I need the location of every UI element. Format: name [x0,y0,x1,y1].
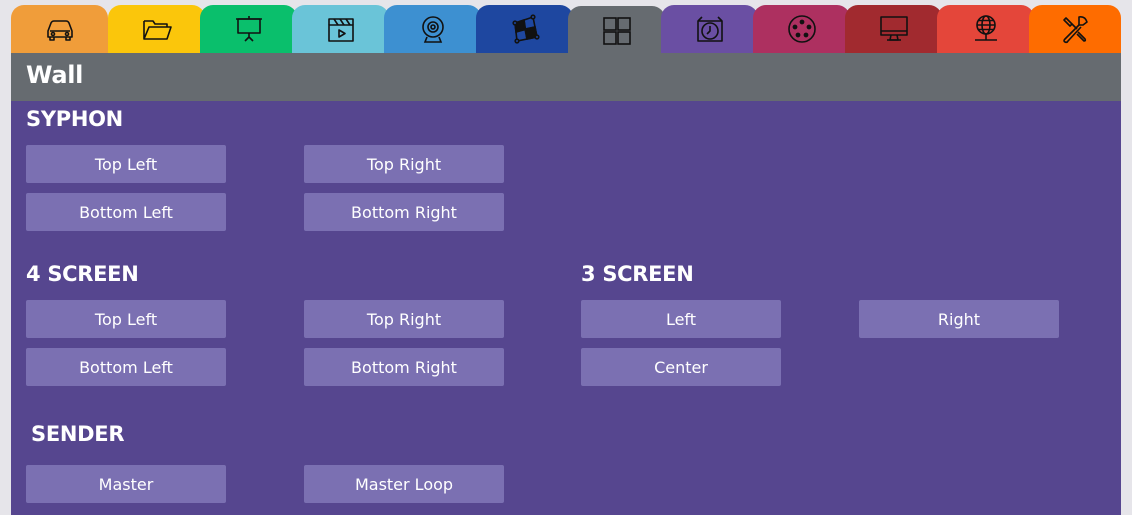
syphon-top-right-button[interactable]: Top Right [304,145,504,183]
three-screen-left-button[interactable]: Left [581,300,781,338]
app: Wall SYPHON Top Left Top Right Bottom Le… [0,0,1132,515]
clapperboard-icon [325,13,357,45]
tab-dmx[interactable] [753,5,850,53]
tab-timer[interactable] [661,5,758,53]
sender-master-loop-button[interactable]: Master Loop [304,465,504,503]
tab-webcam[interactable] [384,5,481,53]
tab-display[interactable] [845,5,942,53]
section-title-syphon: SYPHON [26,107,123,131]
tab-settings[interactable] [1029,5,1121,53]
sender-master-button[interactable]: Master [26,465,226,503]
four-screen-top-right-button[interactable]: Top Right [304,300,504,338]
section-title-4-screen: 4 SCREEN [26,262,139,286]
four-screen-top-left-button[interactable]: Top Left [26,300,226,338]
tab-wall[interactable] [568,6,665,56]
syphon-bottom-right-button[interactable]: Bottom Right [304,193,504,231]
tab-car[interactable] [11,5,108,53]
section-title-3-screen: 3 SCREEN [581,262,694,286]
three-screen-right-button[interactable]: Right [859,300,1059,338]
webcam-icon [417,13,449,45]
tab-bar [11,5,1121,56]
timer-icon [694,13,726,45]
car-icon [44,13,76,45]
tools-icon [1059,13,1091,45]
page-header: Wall [11,53,1121,101]
grid-four-icon [601,15,633,47]
dmx-connector-icon [786,13,818,45]
monitor-icon [878,13,910,45]
content-panel: SYPHON Top Left Top Right Bottom Left Bo… [11,101,1121,515]
tab-media[interactable] [292,5,389,53]
warp-grid-icon [509,13,541,45]
tab-warp[interactable] [476,5,573,53]
four-screen-bottom-left-button[interactable]: Bottom Left [26,348,226,386]
folder-icon [141,13,173,45]
tab-network[interactable] [937,5,1034,53]
page-title: Wall [26,61,84,89]
projector-screen-icon [233,13,265,45]
network-globe-icon [970,13,1002,45]
syphon-bottom-left-button[interactable]: Bottom Left [26,193,226,231]
tab-projector[interactable] [200,5,297,53]
four-screen-bottom-right-button[interactable]: Bottom Right [304,348,504,386]
tab-folder[interactable] [108,5,205,53]
three-screen-center-button[interactable]: Center [581,348,781,386]
section-title-sender: SENDER [31,422,125,446]
syphon-top-left-button[interactable]: Top Left [26,145,226,183]
